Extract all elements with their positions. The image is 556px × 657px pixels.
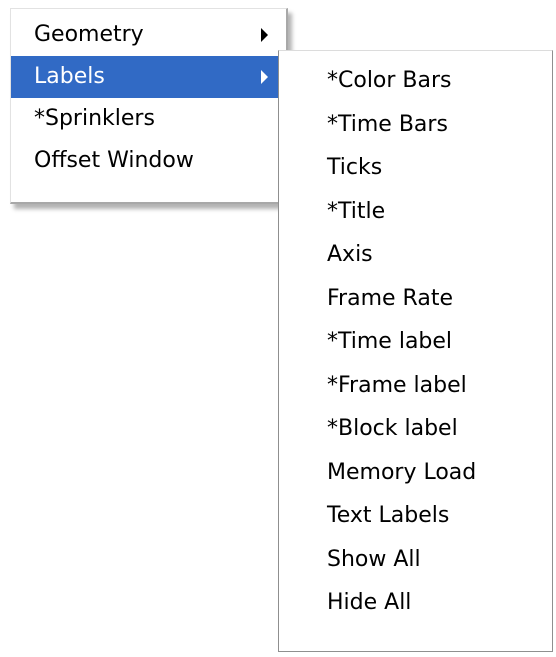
- menu-item-offset-window[interactable]: Offset Window: [11, 140, 284, 182]
- submenu-item-memory-load[interactable]: Memory Load: [279, 451, 552, 495]
- menu-item-sprinklers[interactable]: *Sprinklers: [11, 98, 284, 140]
- submenu-item-label: Frame Rate: [327, 285, 453, 311]
- submenu-item-axis[interactable]: Axis: [279, 233, 552, 277]
- submenu-item-label: *Frame label: [327, 372, 467, 398]
- menu-item-label: Geometry: [34, 22, 144, 47]
- submenu-item-label: Text Labels: [327, 503, 450, 528]
- submenu-item-hide-all[interactable]: Hide All: [279, 581, 552, 625]
- menu-item-labels[interactable]: Labels: [11, 56, 284, 98]
- menu-stage: Geometry Labels *Sprinklers Offset Windo…: [0, 0, 556, 657]
- submenu-item-label: *Title: [327, 198, 386, 224]
- submenu-item-frame-rate[interactable]: Frame Rate: [279, 277, 552, 321]
- submenu-item-label: Hide All: [327, 590, 412, 615]
- menu-item-label: Labels: [34, 64, 105, 89]
- submenu-item-label: *Block label: [327, 416, 458, 441]
- submenu-item-label: *Color Bars: [327, 68, 452, 93]
- submenu-item-time-bars[interactable]: *Time Bars: [279, 103, 552, 147]
- submenu-item-block-label[interactable]: *Block label: [279, 407, 552, 451]
- submenu-item-label: *Time label: [327, 329, 453, 354]
- menu-item-geometry[interactable]: Geometry: [11, 14, 284, 56]
- menu-item-label: *Sprinklers: [34, 106, 155, 131]
- menu-item-label: Offset Window: [34, 148, 194, 173]
- submenu-item-label: Show All: [327, 546, 421, 572]
- labels-submenu: *Color Bars *Time Bars Ticks *Title Axis…: [278, 50, 553, 652]
- submenu-item-title[interactable]: *Title: [279, 190, 552, 234]
- submenu-item-frame-label[interactable]: *Frame label: [279, 364, 552, 408]
- submenu-arrow-icon: [261, 70, 268, 84]
- submenu-item-label: *Time Bars: [327, 111, 448, 137]
- submenu-item-ticks[interactable]: Ticks: [279, 146, 552, 190]
- context-menu: Geometry Labels *Sprinklers Offset Windo…: [10, 8, 288, 204]
- submenu-item-label: Memory Load: [327, 459, 477, 485]
- submenu-arrow-icon: [261, 28, 268, 42]
- submenu-item-label: Axis: [327, 242, 373, 267]
- submenu-item-text-labels[interactable]: Text Labels: [279, 494, 552, 538]
- submenu-item-color-bars[interactable]: *Color Bars: [279, 59, 552, 103]
- submenu-item-time-label[interactable]: *Time label: [279, 320, 552, 364]
- submenu-item-label: Ticks: [327, 155, 383, 180]
- submenu-item-show-all[interactable]: Show All: [279, 538, 552, 582]
